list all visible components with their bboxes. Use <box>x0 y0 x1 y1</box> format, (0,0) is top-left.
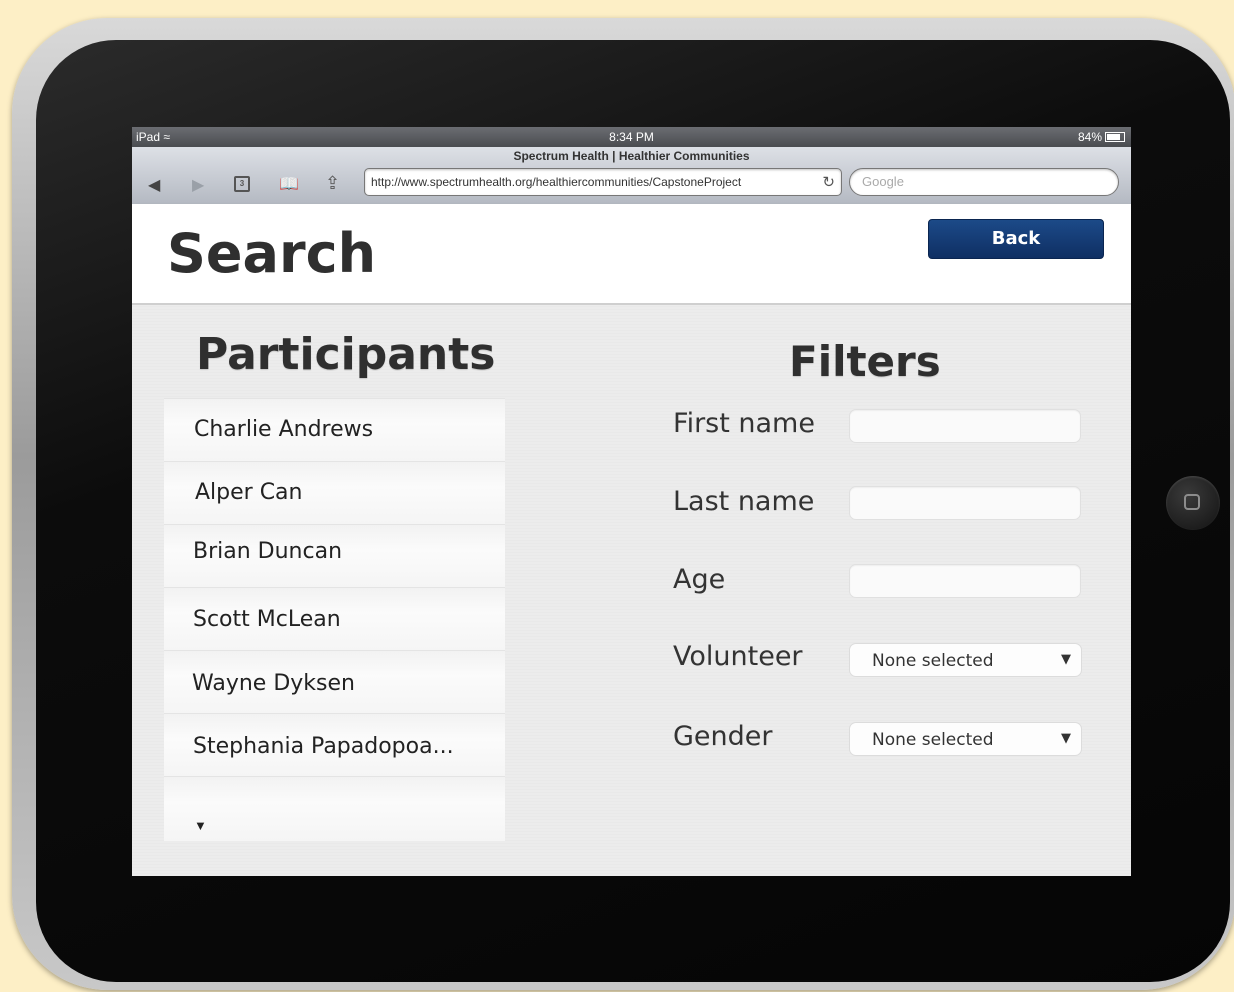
list-item[interactable]: Scott McLean <box>164 587 505 650</box>
participant-name: Stephania Papadopoa... <box>193 734 454 759</box>
list-item[interactable]: Stephania Papadopoa... <box>164 713 505 776</box>
list-item[interactable]: Wayne Dyksen <box>164 650 505 713</box>
tabs-icon[interactable]: 3 <box>234 176 250 192</box>
participants-title: Participants <box>196 329 496 380</box>
gender-label: Gender <box>673 721 773 752</box>
gender-select[interactable]: None selected ▼ <box>849 722 1082 756</box>
page-header: Search Back <box>132 204 1131 305</box>
last-name-label: Last name <box>673 486 815 517</box>
dropdown-arrow-icon: ▼ <box>1061 652 1071 667</box>
home-button[interactable] <box>1166 476 1220 530</box>
bookmarks-icon[interactable]: 📖 <box>279 174 299 194</box>
volunteer-label: Volunteer <box>673 641 803 672</box>
browser-toolbar: Spectrum Health | Healthier Communities … <box>132 147 1131 205</box>
participant-name: Alper Can <box>195 480 303 505</box>
dropdown-arrow-icon: ▼ <box>1061 731 1071 746</box>
list-item[interactable]: Brian Duncan <box>164 524 505 587</box>
page-title: Search <box>167 222 377 285</box>
status-bar: iPad ≈ 8:34 PM 84% <box>132 127 1131 147</box>
battery-status: 84% <box>1078 127 1125 147</box>
participant-name: Scott McLean <box>193 607 341 632</box>
screen: iPad ≈ 8:34 PM 84% Spectrum Health | Hea… <box>132 127 1131 876</box>
participant-name: Charlie Andrews <box>194 417 374 442</box>
home-square-icon <box>1184 494 1200 510</box>
first-name-label: First name <box>673 408 815 439</box>
main-content: Participants Filters Charlie Andrews Alp… <box>132 305 1131 876</box>
last-name-field[interactable] <box>849 486 1081 520</box>
browser-page-title: Spectrum Health | Healthier Communities <box>513 149 750 163</box>
participant-name: Brian Duncan <box>193 539 343 564</box>
age-field[interactable] <box>849 564 1081 598</box>
list-more-row[interactable] <box>164 776 505 841</box>
tab-count: 3 <box>239 179 245 188</box>
first-name-field[interactable] <box>849 409 1081 443</box>
battery-percent: 84% <box>1077 130 1102 144</box>
more-arrow-icon[interactable]: ▼ <box>194 818 207 833</box>
volunteer-value: None selected <box>872 651 994 671</box>
search-bar[interactable] <box>849 168 1119 196</box>
filters-title: Filters <box>789 337 941 386</box>
forward-arrow-icon[interactable]: ▶ <box>192 175 204 195</box>
participant-name: Wayne Dyksen <box>192 671 355 696</box>
search-input[interactable] <box>860 173 1104 190</box>
back-button[interactable]: Back <box>928 219 1104 259</box>
gender-value: None selected <box>872 730 994 750</box>
list-item[interactable]: Alper Can <box>164 461 505 524</box>
age-label: Age <box>673 564 726 595</box>
participants-list: Charlie Andrews Alper Can Brian Duncan S… <box>164 398 505 841</box>
volunteer-select[interactable]: None selected ▼ <box>849 643 1082 677</box>
battery-icon <box>1105 132 1125 142</box>
back-arrow-icon[interactable]: ◀ <box>148 175 160 195</box>
url-text: http://www.spectrumhealth.org/healthierc… <box>371 175 742 189</box>
reload-icon[interactable]: ↻ <box>822 173 835 191</box>
list-item[interactable]: Charlie Andrews <box>164 398 505 461</box>
status-time: 8:34 PM <box>609 130 654 144</box>
share-icon[interactable]: ⇪ <box>325 173 340 194</box>
url-bar[interactable]: http://www.spectrumhealth.org/healthierc… <box>364 168 842 196</box>
